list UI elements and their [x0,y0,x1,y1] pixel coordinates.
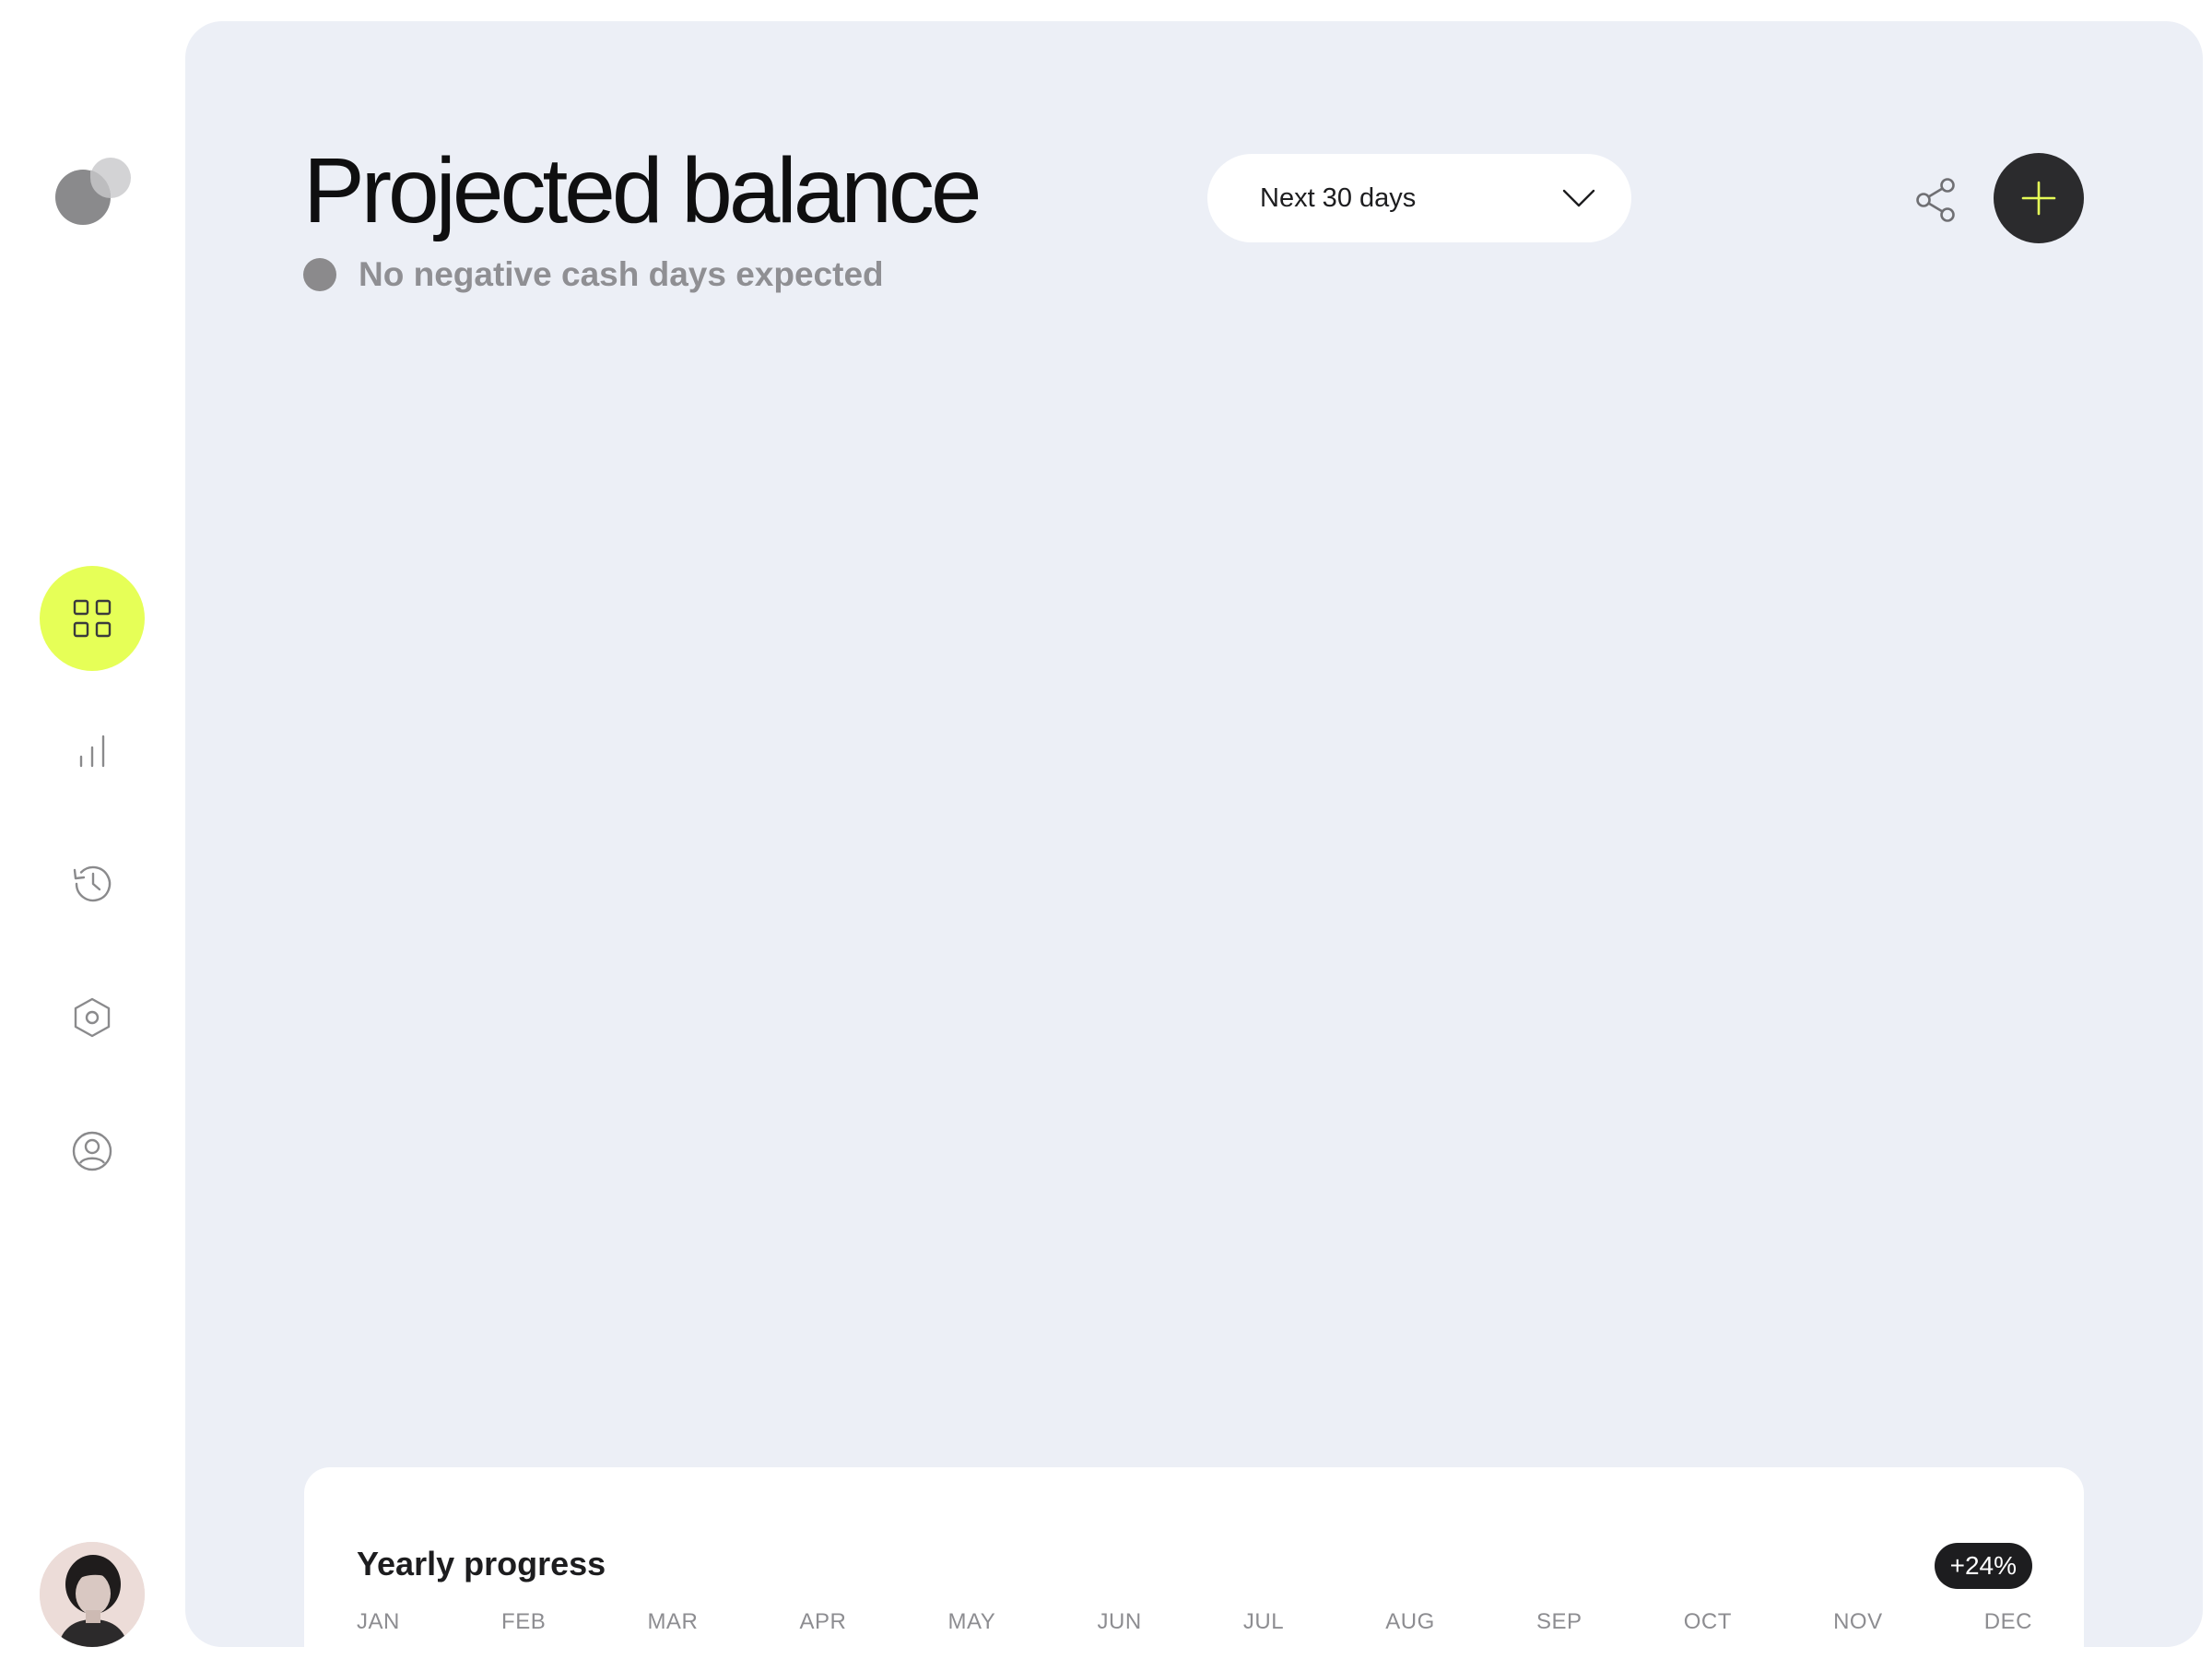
nav-settings[interactable] [40,965,145,1070]
settings-hexagon-icon [74,997,111,1038]
bar-chart-icon [79,735,105,768]
user-circle-icon [72,1131,112,1171]
month-label: JUL [1242,1609,1285,1634]
month-label: JAN [357,1609,400,1634]
month-label: APR [799,1609,847,1634]
nav-dashboard[interactable] [40,566,145,671]
month-label: FEB [501,1609,547,1634]
status-line: No negative cash days expected [303,253,884,296]
nav-analytics[interactable] [40,699,145,804]
month-label: OCT [1683,1609,1732,1634]
page-title: Projected balance [303,139,982,242]
month-label: JUN [1097,1609,1142,1634]
add-button[interactable] [1994,153,2084,243]
month-label: MAR [647,1609,699,1634]
nav-history[interactable] [40,831,145,936]
month-axis: JAN FEB MAR APR MAY JUN JUL AUG SEP OCT NOV DEC [357,1609,2032,1635]
status-dot [303,258,336,291]
range-value: Next 30 days [1260,182,1417,213]
chevron-down-icon [1562,189,1595,207]
month-label: DEC [1983,1609,2032,1634]
sidebar [0,0,184,1659]
avatar[interactable] [40,1542,145,1647]
main-panel: Projected balance No negative cash days … [185,21,2203,1647]
card-title: Yearly progress [357,1545,606,1583]
share-button[interactable] [1907,171,1966,229]
logo-icon[interactable] [53,155,131,232]
share-icon [1916,178,1955,222]
history-icon [73,865,112,902]
status-text: No negative cash days expected [359,255,884,293]
user-photo-icon [40,1542,145,1647]
month-label: AUG [1385,1609,1435,1634]
plus-icon [2021,181,2056,216]
dashboard-grid-icon [73,599,112,638]
nav-profile[interactable] [40,1099,145,1204]
range-dropdown[interactable]: Next 30 days [1207,154,1631,242]
app-root: Projected balance No negative cash days … [0,0,2212,1659]
yearly-progress-card: Yearly progress +24% JAN FEB MAR APR MAY JUN J… [304,1467,2084,1647]
month-label: NOV [1833,1609,1883,1634]
month-label: MAY [947,1609,996,1634]
growth-badge: +24% [1934,1543,2032,1589]
month-label: SEP [1535,1609,1583,1634]
